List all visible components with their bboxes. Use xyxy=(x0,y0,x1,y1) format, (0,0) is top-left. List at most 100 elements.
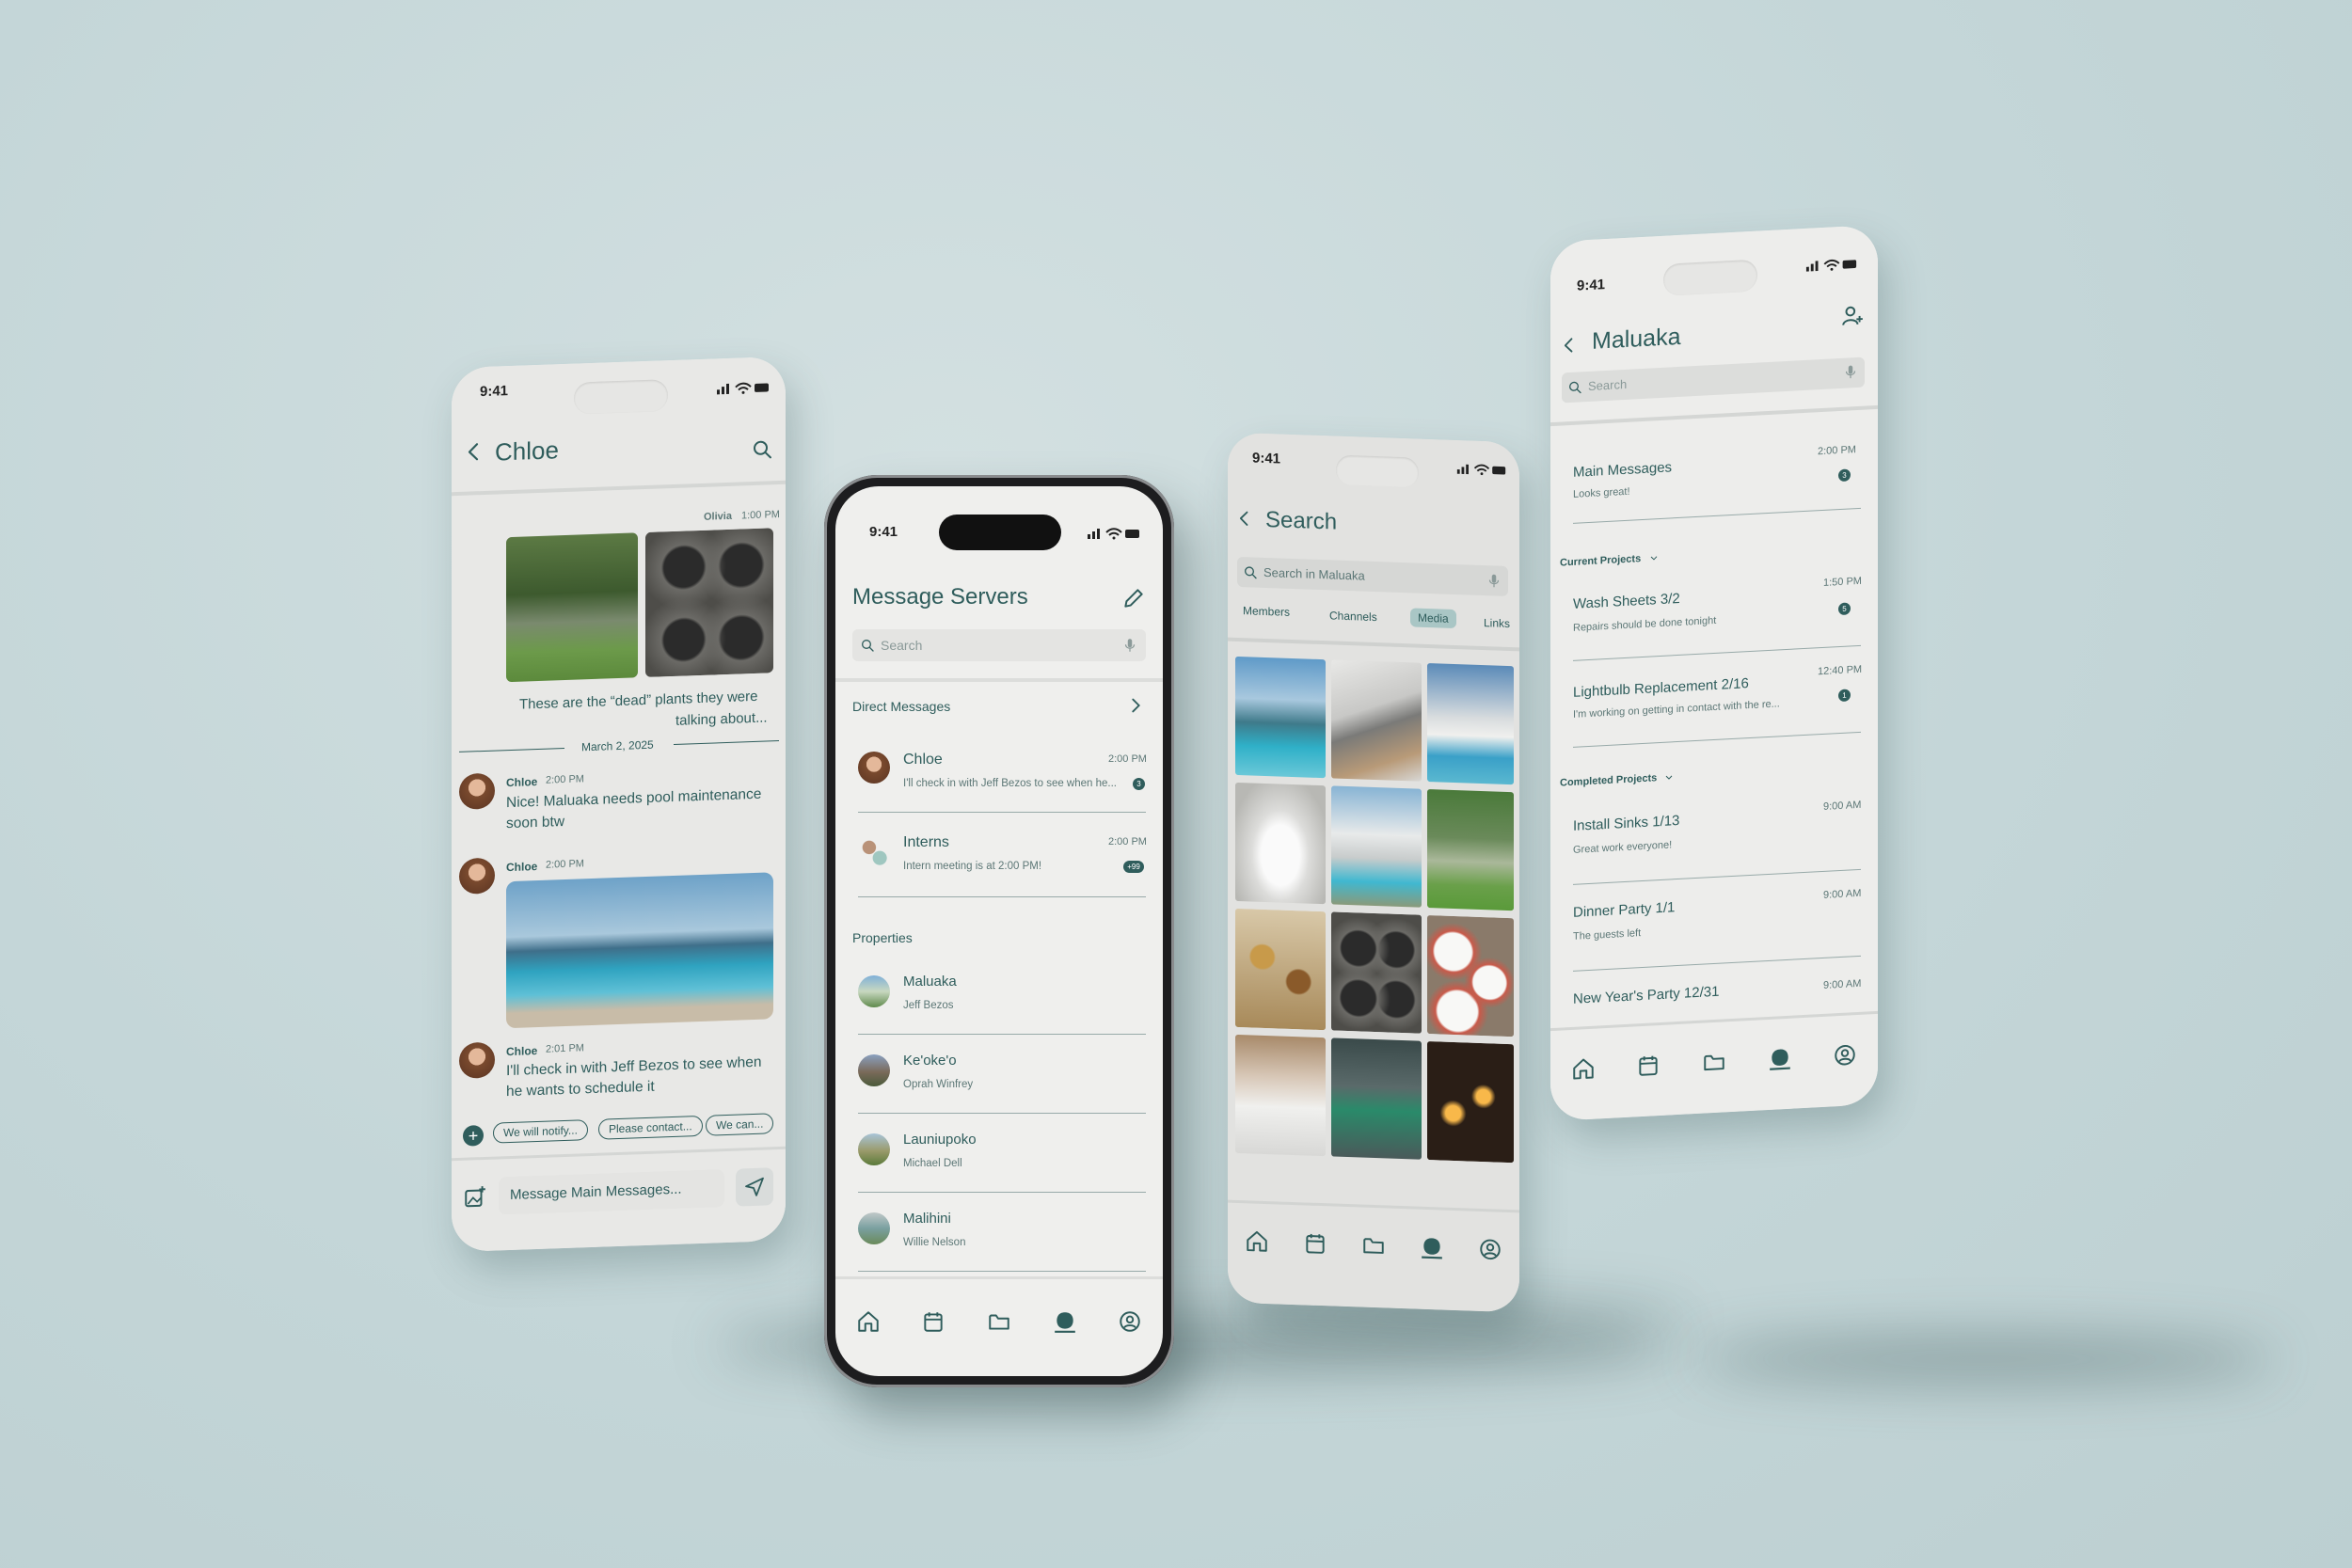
media-thumbnail[interactable] xyxy=(1427,662,1514,785)
tab-members[interactable]: Members xyxy=(1243,604,1290,619)
calendar-icon[interactable] xyxy=(1303,1230,1327,1256)
list-item[interactable]: Launiupoko Michael Dell xyxy=(835,1115,1163,1194)
list-item[interactable]: Install Sinks 1/13 Great work everyone! … xyxy=(1550,787,1878,889)
search-input[interactable]: Search xyxy=(1562,356,1865,404)
mic-icon[interactable] xyxy=(1121,637,1138,654)
add-reply-button[interactable]: + xyxy=(463,1125,484,1147)
calendar-icon[interactable] xyxy=(1636,1053,1661,1078)
tab-media[interactable]: Media xyxy=(1410,608,1456,629)
list-item[interactable]: Lightbulb Replacement 2/16 I'm working o… xyxy=(1550,650,1878,752)
seedlings-photo[interactable] xyxy=(645,528,773,678)
media-thumbnail[interactable] xyxy=(1427,914,1514,1037)
unread-badge: 3 xyxy=(1838,468,1851,483)
home-icon[interactable] xyxy=(1245,1228,1269,1254)
dynamic-island xyxy=(574,379,668,415)
profile-icon[interactable] xyxy=(1118,1309,1142,1334)
list-item[interactable]: Dinner Party 1/1 The guests left 9:00 AM xyxy=(1550,874,1878,975)
folder-icon[interactable] xyxy=(987,1309,1011,1334)
item-name: Interns xyxy=(903,834,949,850)
media-thumbnail[interactable] xyxy=(1331,659,1422,782)
media-thumbnail[interactable] xyxy=(1235,656,1326,779)
list-item[interactable]: Ke'oke'o Oprah Winfrey xyxy=(835,1036,1163,1115)
item-name: Wash Sheets 3/2 xyxy=(1573,590,1680,612)
home-icon[interactable] xyxy=(1571,1056,1596,1082)
message-sender: Chloe xyxy=(506,1044,538,1059)
page-title: Search xyxy=(1265,506,1338,535)
media-thumbnail[interactable] xyxy=(1331,785,1422,908)
folder-icon[interactable] xyxy=(1361,1233,1386,1259)
item-name: Ke'oke'o xyxy=(903,1053,957,1069)
search-icon xyxy=(1567,379,1582,395)
search-icon xyxy=(1243,564,1258,580)
header-divider xyxy=(1550,404,1878,427)
media-thumbnail[interactable] xyxy=(1427,1040,1514,1164)
media-thumbnail[interactable] xyxy=(1331,1037,1422,1160)
message-time: 1:00 PM xyxy=(741,509,780,522)
chat-icon[interactable] xyxy=(1053,1309,1077,1334)
header-divider xyxy=(835,678,1163,682)
status-icons xyxy=(1086,526,1142,541)
image-caption: These are the “dead” plants they were xyxy=(519,688,758,713)
home-icon[interactable] xyxy=(856,1309,881,1334)
item-preview: Great work everyone! xyxy=(1573,839,1673,856)
tab-links[interactable]: Links xyxy=(1484,616,1510,630)
list-item[interactable]: Malihini Willie Nelson xyxy=(835,1194,1163,1273)
add-user-icon[interactable] xyxy=(1840,303,1865,328)
back-icon[interactable] xyxy=(1560,335,1579,356)
message-input[interactable]: Message Main Messages... xyxy=(499,1169,724,1215)
tab-channels[interactable]: Channels xyxy=(1329,609,1377,624)
item-name: Malihini xyxy=(903,1211,951,1227)
search-input[interactable]: Search xyxy=(852,629,1146,661)
bottom-nav xyxy=(1228,1199,1519,1289)
status-icons xyxy=(1804,256,1859,274)
mic-icon[interactable] xyxy=(1842,363,1859,381)
back-icon[interactable] xyxy=(463,440,485,464)
item-time: 2:00 PM xyxy=(1108,753,1147,765)
avatar[interactable] xyxy=(459,1041,495,1079)
list-item[interactable]: Interns Intern meeting is at 2:00 PM! 2:… xyxy=(835,816,1163,900)
folder-icon[interactable] xyxy=(1702,1049,1726,1074)
page-title: Message Servers xyxy=(852,584,1028,610)
unread-badge: 1 xyxy=(1838,689,1851,703)
media-thumbnail[interactable] xyxy=(1235,908,1326,1031)
chevron-down-icon[interactable] xyxy=(1663,771,1675,784)
section-direct-messages[interactable]: Direct Messages xyxy=(852,699,950,714)
search-icon[interactable] xyxy=(751,437,773,461)
send-button[interactable] xyxy=(736,1167,773,1207)
unread-badge: +99 xyxy=(1123,861,1144,873)
avatar[interactable] xyxy=(459,772,495,810)
calendar-icon[interactable] xyxy=(921,1309,946,1334)
profile-icon[interactable] xyxy=(1833,1042,1857,1068)
media-thumbnail[interactable] xyxy=(1235,1034,1326,1157)
search-input[interactable]: Search in Maluaka xyxy=(1237,556,1508,596)
media-thumbnail[interactable] xyxy=(1331,911,1422,1034)
chevron-down-icon[interactable] xyxy=(1648,552,1660,564)
quick-reply-chip[interactable]: Please contact... xyxy=(598,1115,703,1140)
chevron-right-icon[interactable] xyxy=(1125,695,1146,716)
profile-icon[interactable] xyxy=(1478,1237,1502,1262)
chat-icon[interactable] xyxy=(1420,1235,1444,1260)
mic-icon[interactable] xyxy=(1486,572,1502,590)
pool-photo[interactable] xyxy=(506,872,773,1029)
section-current-projects[interactable]: Current Projects xyxy=(1560,553,1641,569)
quick-reply-chip[interactable]: We will notify... xyxy=(493,1119,588,1144)
quick-reply-chip[interactable]: We can... xyxy=(706,1113,774,1136)
list-item-main-messages[interactable]: Main Messages Looks great! 2:00 PM 3 xyxy=(1550,434,1878,531)
section-completed-projects[interactable]: Completed Projects xyxy=(1560,772,1657,788)
list-item[interactable]: Maluaka Jeff Bezos xyxy=(835,957,1163,1036)
chat-icon[interactable] xyxy=(1768,1046,1792,1071)
avatar[interactable] xyxy=(459,857,495,895)
page-title: Maluaka xyxy=(1592,323,1681,355)
media-thumbnail[interactable] xyxy=(1235,782,1326,905)
group-avatar xyxy=(858,836,890,868)
date-divider-line xyxy=(674,740,779,745)
status-icons xyxy=(1455,461,1508,478)
compose-pencil-icon[interactable] xyxy=(1121,586,1146,610)
back-icon[interactable] xyxy=(1235,508,1254,530)
plants-photo[interactable] xyxy=(506,532,638,683)
image-add-icon[interactable] xyxy=(463,1185,487,1211)
media-thumbnail[interactable] xyxy=(1427,788,1514,911)
item-time: 9:00 AM xyxy=(1823,799,1862,813)
message-sender: Olivia xyxy=(704,510,732,523)
list-item[interactable]: Chloe I'll check in with Jeff Bezos to s… xyxy=(835,731,1163,814)
